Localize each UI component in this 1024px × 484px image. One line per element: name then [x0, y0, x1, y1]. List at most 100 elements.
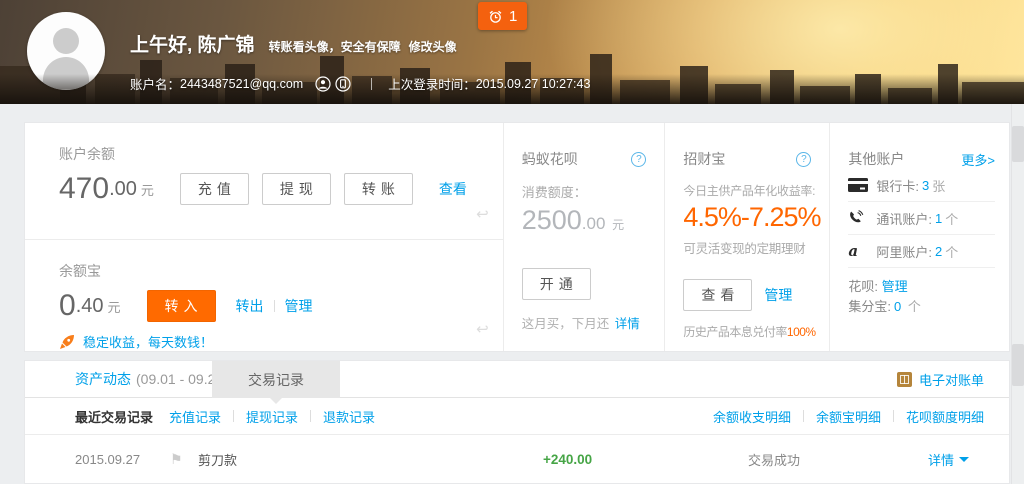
balance-detail-link[interactable]: 余额收支明细 — [713, 407, 791, 426]
balance-amount: 470 — [59, 172, 109, 206]
tab-trade-records[interactable]: 交易记录 — [212, 361, 340, 398]
help-icon[interactable]: ? — [796, 152, 811, 167]
huabei-detail-link[interactable]: 详情 — [615, 317, 640, 331]
rail-button[interactable] — [1012, 344, 1024, 386]
flip-card-icon[interactable]: ↩ — [476, 320, 489, 338]
last-login-value: 2015.09.27 10:27:43 — [476, 77, 591, 91]
huabei-panel: 蚂蚁花呗 ? 消费额度： 2500.00 元 开通 这月买，下月还 详情 — [503, 123, 665, 351]
ali-account-count: 2 — [935, 244, 942, 259]
bank-cards-count: 3 — [922, 178, 929, 193]
huabei-foot-label: 花呗: — [848, 279, 878, 294]
statement-icon — [897, 372, 912, 387]
mobile-badge-icon[interactable] — [335, 76, 351, 92]
history-rate-label: 历史产品本息兑付率 — [683, 325, 787, 339]
notification-badge[interactable]: 1 — [478, 2, 527, 30]
account-name-value: 2443487521@qq.com — [180, 77, 303, 91]
more-link[interactable]: 更多> — [961, 150, 995, 169]
divider — [233, 410, 234, 422]
jifenbao-unit: 个 — [908, 299, 921, 314]
transaction-detail-label: 详情 — [928, 450, 954, 469]
tab-asset-dynamics[interactable]: 资产动态 — [75, 369, 131, 389]
yuebao-unit: 元 — [108, 297, 121, 316]
header-user-info: 上午好, 陈广锦 转账看头像，安全有保障 修改头像 账户名： 244348752… — [130, 30, 590, 93]
ali-account-row[interactable]: a 阿里账户: 2 个 — [848, 235, 995, 268]
chevron-down-icon — [959, 457, 969, 462]
yuebao-manage-link[interactable]: 管理 — [285, 296, 313, 316]
huabei-title: 蚂蚁花呗 — [522, 149, 578, 169]
other-accounts-title: 其他账户 — [848, 149, 904, 169]
annualized-rate: 4.5%-7.25% — [683, 202, 811, 233]
jifenbao-label: 集分宝: — [848, 299, 891, 314]
transaction-row: 2015.09.27 ⚑ 剪刀款 +240.00 交易成功 详情 — [25, 435, 1009, 483]
huabei-unit: 元 — [612, 218, 624, 232]
zhaocaibao-panel: 招财宝 ? 今日主供产品年化收益率: 4.5%-7.25% 可灵活变现的定期理财… — [664, 123, 829, 351]
transaction-date: 2015.09.27 — [75, 452, 170, 467]
history-rate-value: 100% — [787, 325, 816, 339]
huabei-manage-link[interactable]: 管理 — [882, 279, 908, 294]
transfer-button[interactable]: 转账 — [344, 173, 413, 205]
jifenbao-count: 0 — [894, 299, 901, 314]
e-statement-link[interactable]: 电子对账单 — [897, 370, 984, 389]
yuebao-block: 余额宝 0 .40 元 转入 转出 管理 — [25, 239, 503, 352]
zhaocaibao-manage-link[interactable]: 管理 — [764, 285, 792, 305]
greeting-text: 上午好, 陈广锦 — [130, 30, 255, 57]
transaction-detail-toggle[interactable]: 详情 — [928, 450, 971, 469]
last-login-label: 上次登录时间： — [388, 74, 476, 93]
activate-huabei-button[interactable]: 开通 — [522, 268, 591, 300]
account-name-label: 账户名： — [130, 74, 180, 93]
records-filter-bar: 最近交易记录 充值记录 提现记录 退款记录 余额收支明细 余额宝明细 花呗额度明… — [25, 398, 1009, 435]
rocket-icon — [59, 334, 75, 350]
transaction-status: 交易成功 — [748, 450, 928, 469]
help-icon[interactable]: ? — [631, 152, 646, 167]
huabei-quota-amount: 2500 — [522, 205, 582, 235]
bank-cards-row[interactable]: 银行卡: 3 张 — [848, 169, 995, 202]
yuebao-title: 余额宝 — [59, 240, 503, 281]
recharge-records-link[interactable]: 充值记录 — [169, 407, 221, 426]
view-balance-link[interactable]: 查看 — [439, 179, 467, 199]
yuebao-detail-link[interactable]: 余额宝明细 — [816, 407, 881, 426]
alarm-clock-icon — [488, 9, 503, 24]
divider — [274, 300, 275, 312]
right-side-rail — [1011, 104, 1024, 484]
recent-records-title: 最近交易记录 — [75, 407, 153, 426]
zhaocaibao-title: 招财宝 — [683, 149, 725, 169]
huabei-detail-link[interactable]: 花呗额度明细 — [906, 407, 984, 426]
refund-records-link[interactable]: 退款记录 — [323, 407, 375, 426]
balance-title: 账户余额 — [59, 123, 503, 164]
user-badge-icon[interactable] — [315, 76, 331, 92]
ali-account-label: 阿里账户: — [876, 242, 932, 261]
ali-account-unit: 个 — [945, 242, 958, 261]
alibaba-icon: a — [848, 245, 870, 257]
transaction-name: 剪刀款 — [198, 450, 543, 469]
withdraw-button[interactable]: 提现 — [262, 173, 331, 205]
comm-account-label: 通讯账户: — [876, 209, 932, 228]
huabei-quota-label: 消费额度： — [522, 182, 647, 201]
divider — [803, 410, 804, 422]
view-zhaocaibao-button[interactable]: 查看 — [683, 279, 752, 311]
transfer-in-button[interactable]: 转入 — [147, 290, 216, 322]
notification-count: 1 — [509, 8, 517, 25]
flag-icon[interactable]: ⚑ — [170, 451, 198, 468]
comm-account-count: 1 — [935, 211, 942, 226]
avatar-placeholder-icon — [53, 28, 79, 54]
other-accounts-panel: 其他账户 更多> 银行卡: 3 张 — [829, 123, 1009, 351]
tab-bar: 资产动态 (09.01 - 09.27) 交易记录 电子对账单 — [25, 361, 1009, 398]
yuebao-amount: 0 — [59, 289, 76, 323]
comm-account-row[interactable]: 通讯账户: 1 个 — [848, 202, 995, 235]
transfer-out-link[interactable]: 转出 — [236, 296, 264, 316]
zhaocaibao-desc: 可灵活变现的定期理财 — [683, 238, 811, 257]
withdraw-records-link[interactable]: 提现记录 — [246, 407, 298, 426]
flip-card-icon[interactable]: ↩ — [476, 205, 489, 223]
e-statement-label: 电子对账单 — [919, 370, 984, 389]
trade-records-section: 资产动态 (09.01 - 09.27) 交易记录 电子对账单 最近交易记录 充… — [24, 360, 1010, 484]
divider — [893, 410, 894, 422]
divider — [310, 410, 311, 422]
balance-yuebao-panel: 账户余额 470 .00 元 充值 提现 转账 查看 ↩ 余额宝 0 — [25, 123, 503, 351]
recharge-button[interactable]: 充值 — [180, 173, 249, 205]
yuebao-slogan-link[interactable]: 稳定收益，每天数钱！ — [83, 332, 213, 351]
bank-cards-label: 银行卡: — [876, 176, 919, 195]
change-avatar-link[interactable]: 修改头像 — [409, 38, 457, 55]
rail-button[interactable] — [1012, 126, 1024, 162]
avatar[interactable] — [27, 12, 105, 90]
balance-unit: 元 — [141, 180, 154, 199]
